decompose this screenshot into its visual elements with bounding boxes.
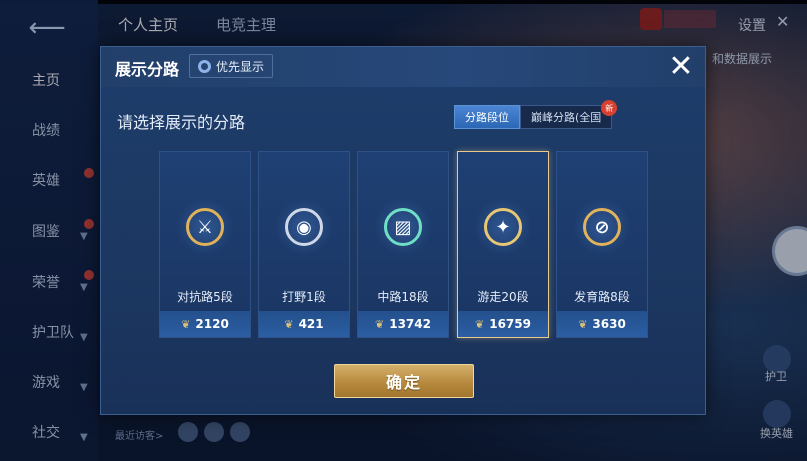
close-button[interactable]: ✕ (665, 51, 697, 83)
lane-card-name: 打野1段 (282, 290, 326, 304)
confirm-button[interactable]: 确定 (334, 364, 474, 398)
lane-card-top[interactable]: ⚔ 对抗路5段 ❦ 2120 (159, 151, 251, 338)
lane-card-name: 发育路8段 (574, 290, 630, 304)
wings-icon: ❦ (375, 317, 385, 331)
top-lane-emblem-icon: ⚔ (186, 208, 224, 246)
wings-icon: ❦ (181, 317, 191, 331)
priority-display-label: 优先显示 (216, 59, 265, 74)
tab-lane-rank[interactable]: 分路段位 (454, 105, 520, 129)
wings-icon: ❦ (475, 317, 485, 331)
lane-card-score: ❦ 16759 (458, 311, 548, 337)
roam-emblem-icon: ✦ (484, 208, 522, 246)
priority-display-button[interactable]: 优先显示 (189, 54, 274, 78)
lane-card-jungle[interactable]: ◉ 打野1段 ❦ 421 (258, 151, 350, 338)
modal-title: 展示分路 (115, 60, 180, 79)
lane-card-score: ❦ 13742 (358, 311, 448, 337)
lane-tab-toggle: 分路段位 巅峰分路(全国新 (454, 100, 618, 129)
lane-card-score: ❦ 3630 (557, 311, 647, 337)
lane-display-modal: 展示分路 优先显示 ✕ 请选择展示的分路 分路段位 巅峰分路(全国新 ⚔ 对抗路… (100, 46, 706, 415)
lane-card-name: 游走20段 (477, 290, 529, 304)
farm-lane-emblem-icon: ⊘ (583, 208, 621, 246)
tab-peak-lane[interactable]: 巅峰分路(全国新 (520, 100, 618, 129)
lane-card-mid[interactable]: ▨ 中路18段 ❦ 13742 (357, 151, 449, 338)
gear-icon (198, 59, 211, 73)
wings-icon: ❦ (578, 317, 588, 331)
modal-header: 展示分路 优先显示 ✕ (101, 47, 705, 87)
close-icon: ✕ (668, 49, 694, 84)
lane-card-name: 中路18段 (377, 290, 429, 304)
lane-card-score: ❦ 2120 (160, 311, 250, 337)
select-lane-prompt: 请选择展示的分路 (117, 113, 246, 132)
wings-icon: ❦ (284, 317, 294, 331)
new-badge-icon: 新 (601, 100, 618, 116)
mid-lane-emblem-icon: ▨ (384, 208, 422, 246)
lane-card-name: 对抗路5段 (177, 290, 233, 304)
lane-card-roam[interactable]: ✦ 游走20段 ❦ 16759 (457, 151, 549, 338)
lane-card-farm[interactable]: ⊘ 发育路8段 ❦ 3630 (556, 151, 648, 338)
jungle-emblem-icon: ◉ (285, 208, 323, 246)
lane-card-score: ❦ 421 (259, 311, 349, 337)
